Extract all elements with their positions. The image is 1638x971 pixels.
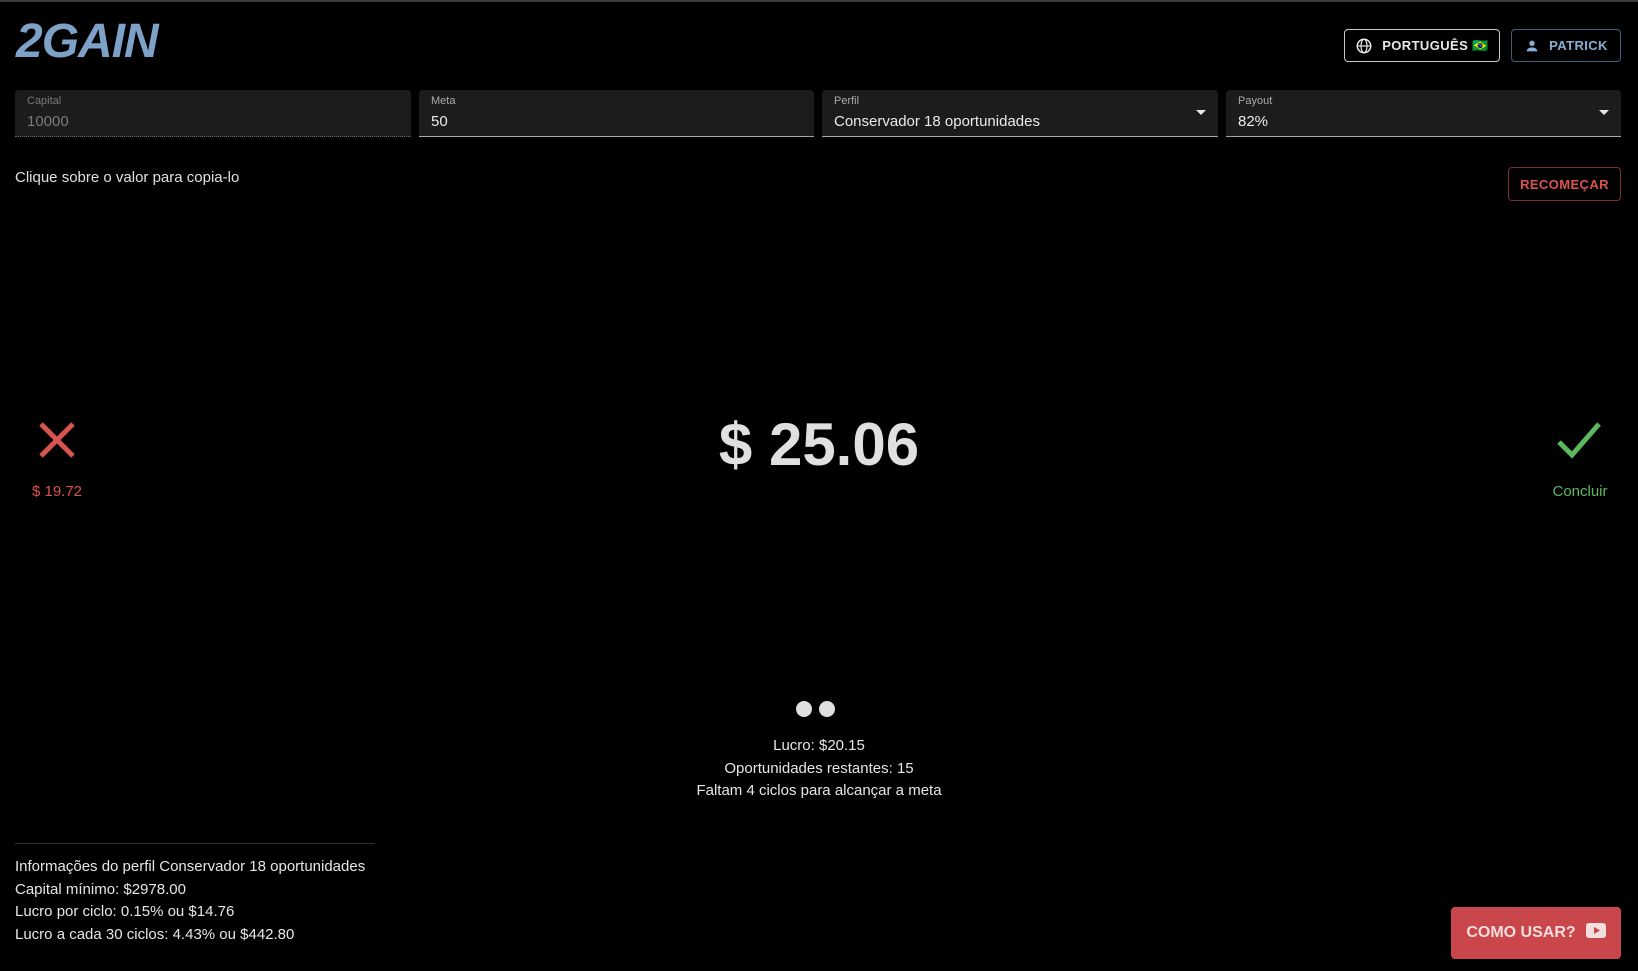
current-value[interactable]: $ 25.06 bbox=[619, 410, 1019, 479]
meta-field[interactable]: Meta 50 bbox=[419, 90, 814, 137]
payout-label: Payout bbox=[1238, 95, 1273, 107]
restart-button[interactable]: RECOMEÇAR bbox=[1508, 167, 1621, 201]
loss-value: $ 19.72 bbox=[31, 483, 83, 500]
check-icon bbox=[1555, 420, 1603, 465]
divider bbox=[15, 843, 375, 844]
progress-dots bbox=[796, 701, 835, 717]
person-icon bbox=[1524, 38, 1540, 54]
progress-dot bbox=[796, 701, 812, 717]
copy-hint: Clique sobre o valor para copia-lo bbox=[15, 169, 240, 186]
complete-label: Concluir bbox=[1552, 483, 1608, 500]
capital-label: Capital bbox=[27, 95, 62, 107]
perfil-select[interactable]: Perfil Conservador 18 oportunidades bbox=[822, 90, 1218, 137]
profile-info-title: Informações do perfil Conservador 18 opo… bbox=[15, 858, 366, 875]
profit-per-cycle-text: Lucro por ciclo: 0.15% ou $14.76 bbox=[15, 903, 235, 920]
user-label: PATRICK bbox=[1549, 38, 1608, 53]
meta-value: 50 bbox=[431, 113, 448, 130]
globe-icon bbox=[1355, 37, 1373, 55]
profit-30-cycles-text: Lucro a cada 30 ciclos: 4.43% ou $442.80 bbox=[15, 925, 295, 943]
language-label: PORTUGUÊS 🇧🇷 bbox=[1382, 37, 1489, 53]
cycles-text: Faltam 4 ciclos para alcançar a meta bbox=[696, 782, 942, 799]
capital-field: Capital 10000 bbox=[15, 90, 411, 137]
progress-dot bbox=[819, 701, 835, 717]
profit-text: Lucro: $20.15 bbox=[773, 737, 865, 754]
payout-value: 82% bbox=[1238, 113, 1269, 130]
app-logo: 2GAIN bbox=[16, 15, 159, 68]
min-capital-text: Capital mínimo: $2978.00 bbox=[15, 880, 186, 898]
meta-label: Meta bbox=[431, 95, 456, 107]
top-border bbox=[0, 0, 1638, 2]
payout-select[interactable]: Payout 82% bbox=[1226, 90, 1621, 137]
capital-value: 10000 bbox=[27, 113, 69, 130]
perfil-label: Perfil bbox=[834, 95, 860, 107]
youtube-icon bbox=[1585, 923, 1606, 943]
perfil-value: Conservador 18 oportunidades bbox=[834, 113, 1040, 130]
how-to-use-button[interactable]: COMO USAR? bbox=[1451, 907, 1621, 959]
chevron-down-icon bbox=[1599, 110, 1609, 115]
stats: Lucro: $20.15 Oportunidades restantes: 1… bbox=[619, 735, 1019, 803]
close-icon bbox=[37, 420, 77, 465]
remaining-text: Oportunidades restantes: 15 bbox=[724, 759, 914, 777]
user-button[interactable]: PATRICK bbox=[1511, 29, 1621, 62]
how-to-use-label: COMO USAR? bbox=[1466, 924, 1576, 941]
language-button[interactable]: PORTUGUÊS 🇧🇷 bbox=[1344, 29, 1500, 62]
loss-button[interactable]: $ 19.72 bbox=[22, 415, 92, 505]
profile-info: Informações do perfil Conservador 18 opo… bbox=[15, 856, 365, 946]
complete-button[interactable]: Concluir bbox=[1540, 415, 1620, 505]
chevron-down-icon bbox=[1196, 110, 1206, 115]
